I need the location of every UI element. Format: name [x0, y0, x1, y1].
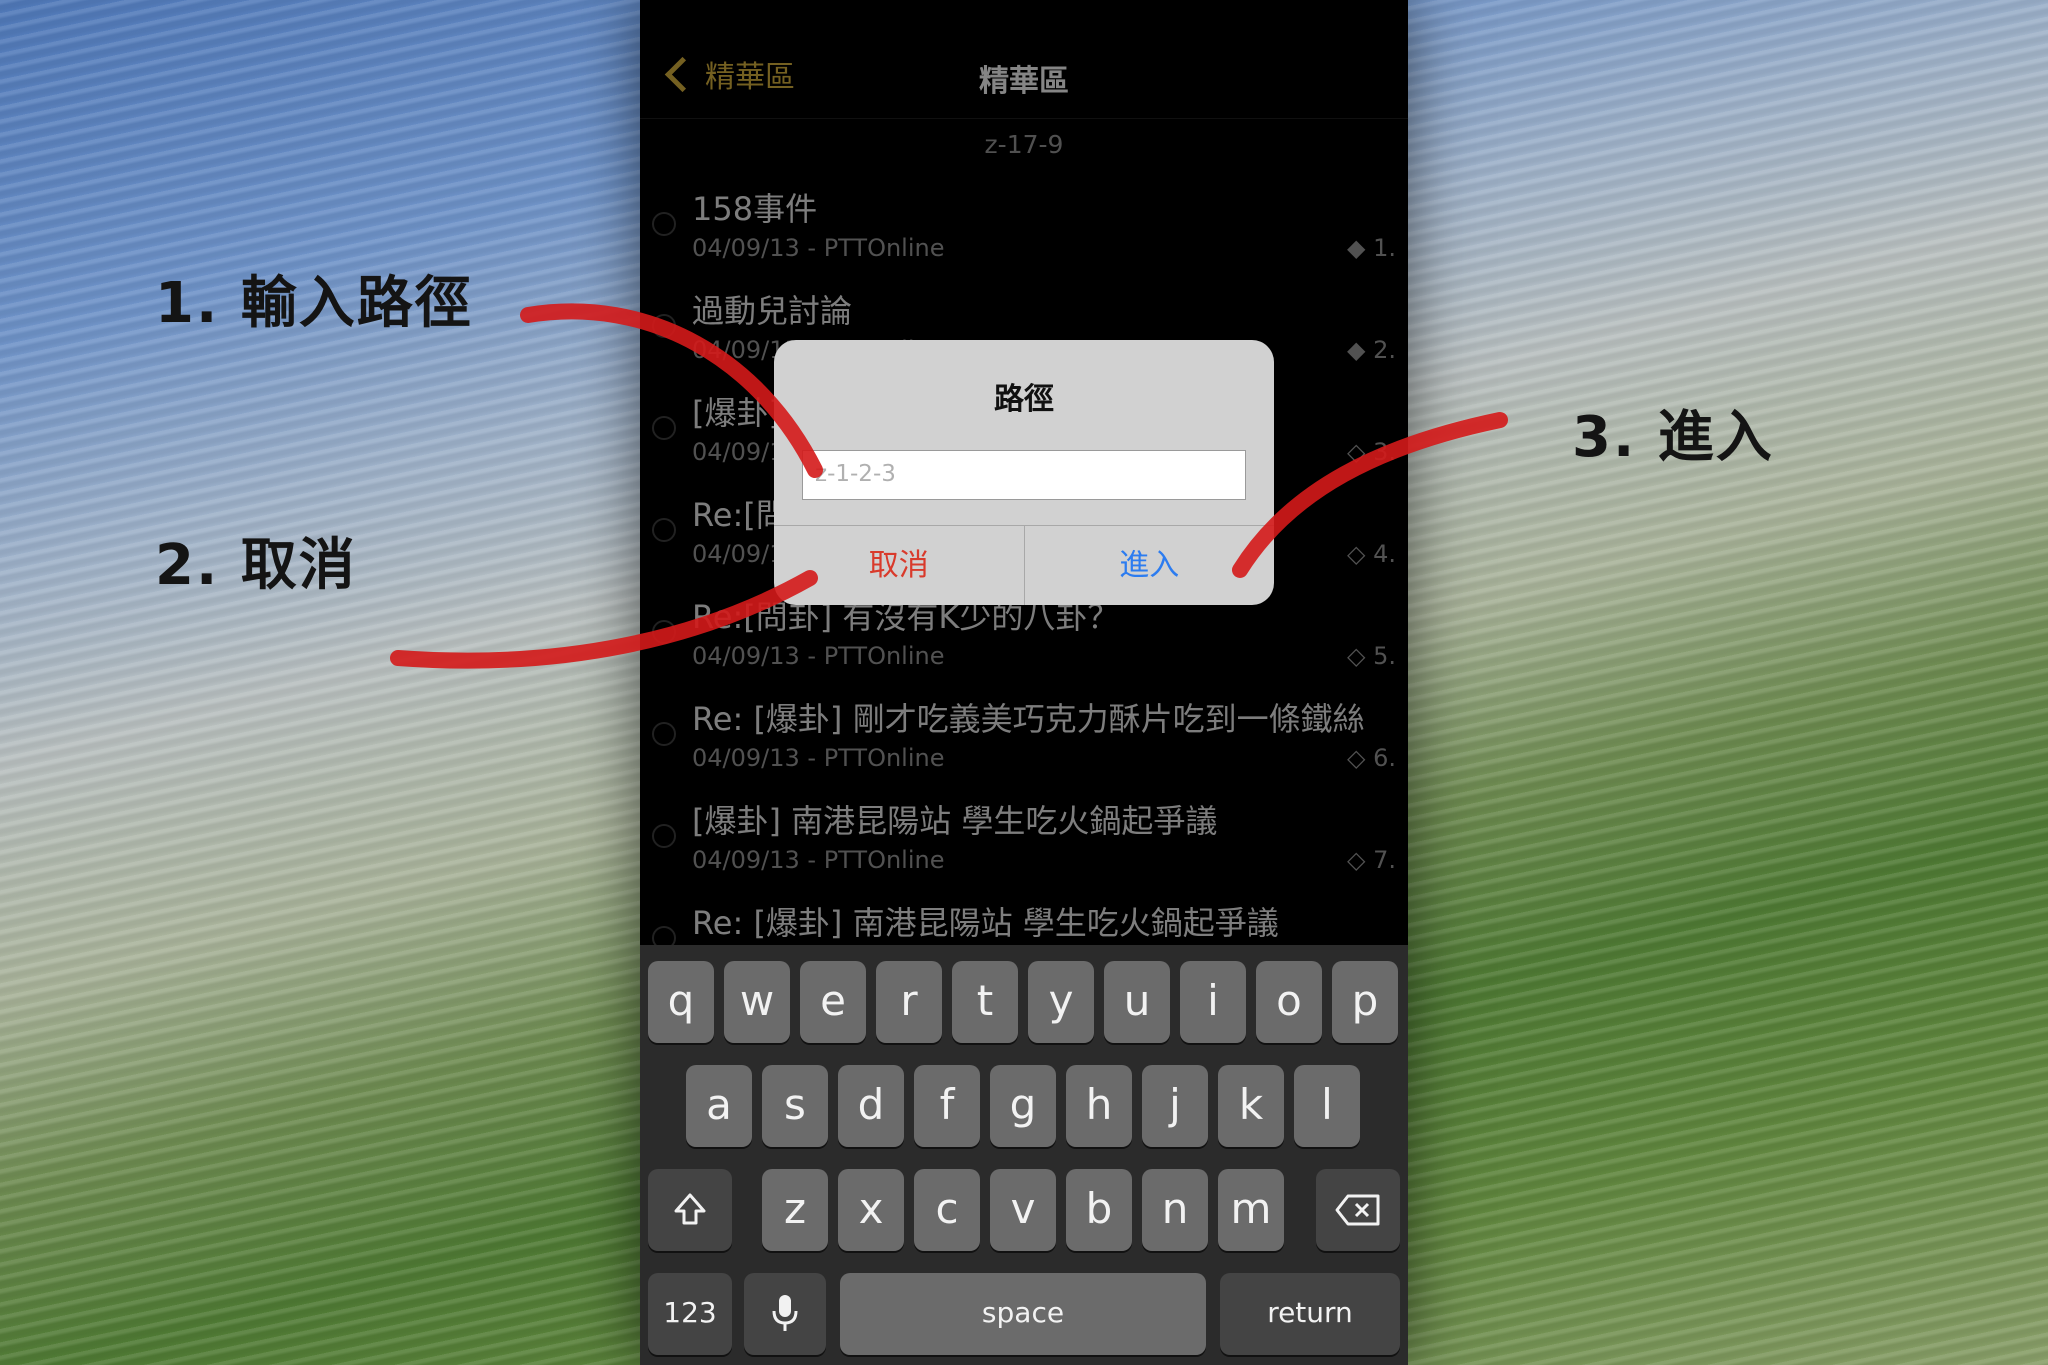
key-z[interactable]: z: [762, 1169, 828, 1251]
key-t[interactable]: t: [952, 961, 1018, 1043]
path-input[interactable]: z-1-2-3: [802, 450, 1246, 500]
microphone-icon: [772, 1295, 798, 1331]
key-o[interactable]: o: [1256, 961, 1322, 1043]
key-i[interactable]: i: [1180, 961, 1246, 1043]
path-dialog: 路徑 z-1-2-3 取消 進入: [774, 340, 1274, 605]
key-a[interactable]: a: [686, 1065, 752, 1147]
annotation-step2: 2. 取消: [155, 533, 357, 598]
key-v[interactable]: v: [990, 1169, 1056, 1251]
delete-icon: [1335, 1194, 1380, 1226]
key-p[interactable]: p: [1332, 961, 1398, 1043]
annotation-step3: 3. 進入: [1572, 405, 1774, 470]
delete-key[interactable]: [1316, 1169, 1400, 1251]
key-l[interactable]: l: [1294, 1065, 1360, 1147]
microphone-key[interactable]: [744, 1273, 826, 1355]
key-x[interactable]: x: [838, 1169, 904, 1251]
key-u[interactable]: u: [1104, 961, 1170, 1043]
key-e[interactable]: e: [800, 961, 866, 1043]
return-key[interactable]: return: [1220, 1273, 1400, 1355]
key-c[interactable]: c: [914, 1169, 980, 1251]
space-key[interactable]: space: [840, 1273, 1206, 1355]
key-d[interactable]: d: [838, 1065, 904, 1147]
key-y[interactable]: y: [1028, 961, 1094, 1043]
annotation-step1: 1. 輸入路徑: [155, 271, 473, 336]
cancel-button[interactable]: 取消: [774, 526, 1025, 605]
key-k[interactable]: k: [1218, 1065, 1284, 1147]
dialog-buttons: 取消 進入: [774, 525, 1274, 605]
enter-button[interactable]: 進入: [1025, 526, 1275, 605]
numbers-key[interactable]: 123: [648, 1273, 732, 1355]
key-n[interactable]: n: [1142, 1169, 1208, 1251]
key-m[interactable]: m: [1218, 1169, 1284, 1251]
shift-key[interactable]: [648, 1169, 732, 1251]
key-g[interactable]: g: [990, 1065, 1056, 1147]
keyboard: q w e r t y u i o p a s d f g h j k l z …: [640, 945, 1408, 1365]
dialog-title: 路徑: [994, 382, 1054, 417]
key-s[interactable]: s: [762, 1065, 828, 1147]
key-r[interactable]: r: [876, 961, 942, 1043]
key-j[interactable]: j: [1142, 1065, 1208, 1147]
key-f[interactable]: f: [914, 1065, 980, 1147]
key-h[interactable]: h: [1066, 1065, 1132, 1147]
phone-screen: 精華區 精華區 z-17-9 158事件 04/09/13 - PTTOnline…: [640, 0, 1408, 1365]
key-b[interactable]: b: [1066, 1169, 1132, 1251]
key-q[interactable]: q: [648, 961, 714, 1043]
key-w[interactable]: w: [724, 961, 790, 1043]
shift-icon: [674, 1193, 706, 1225]
